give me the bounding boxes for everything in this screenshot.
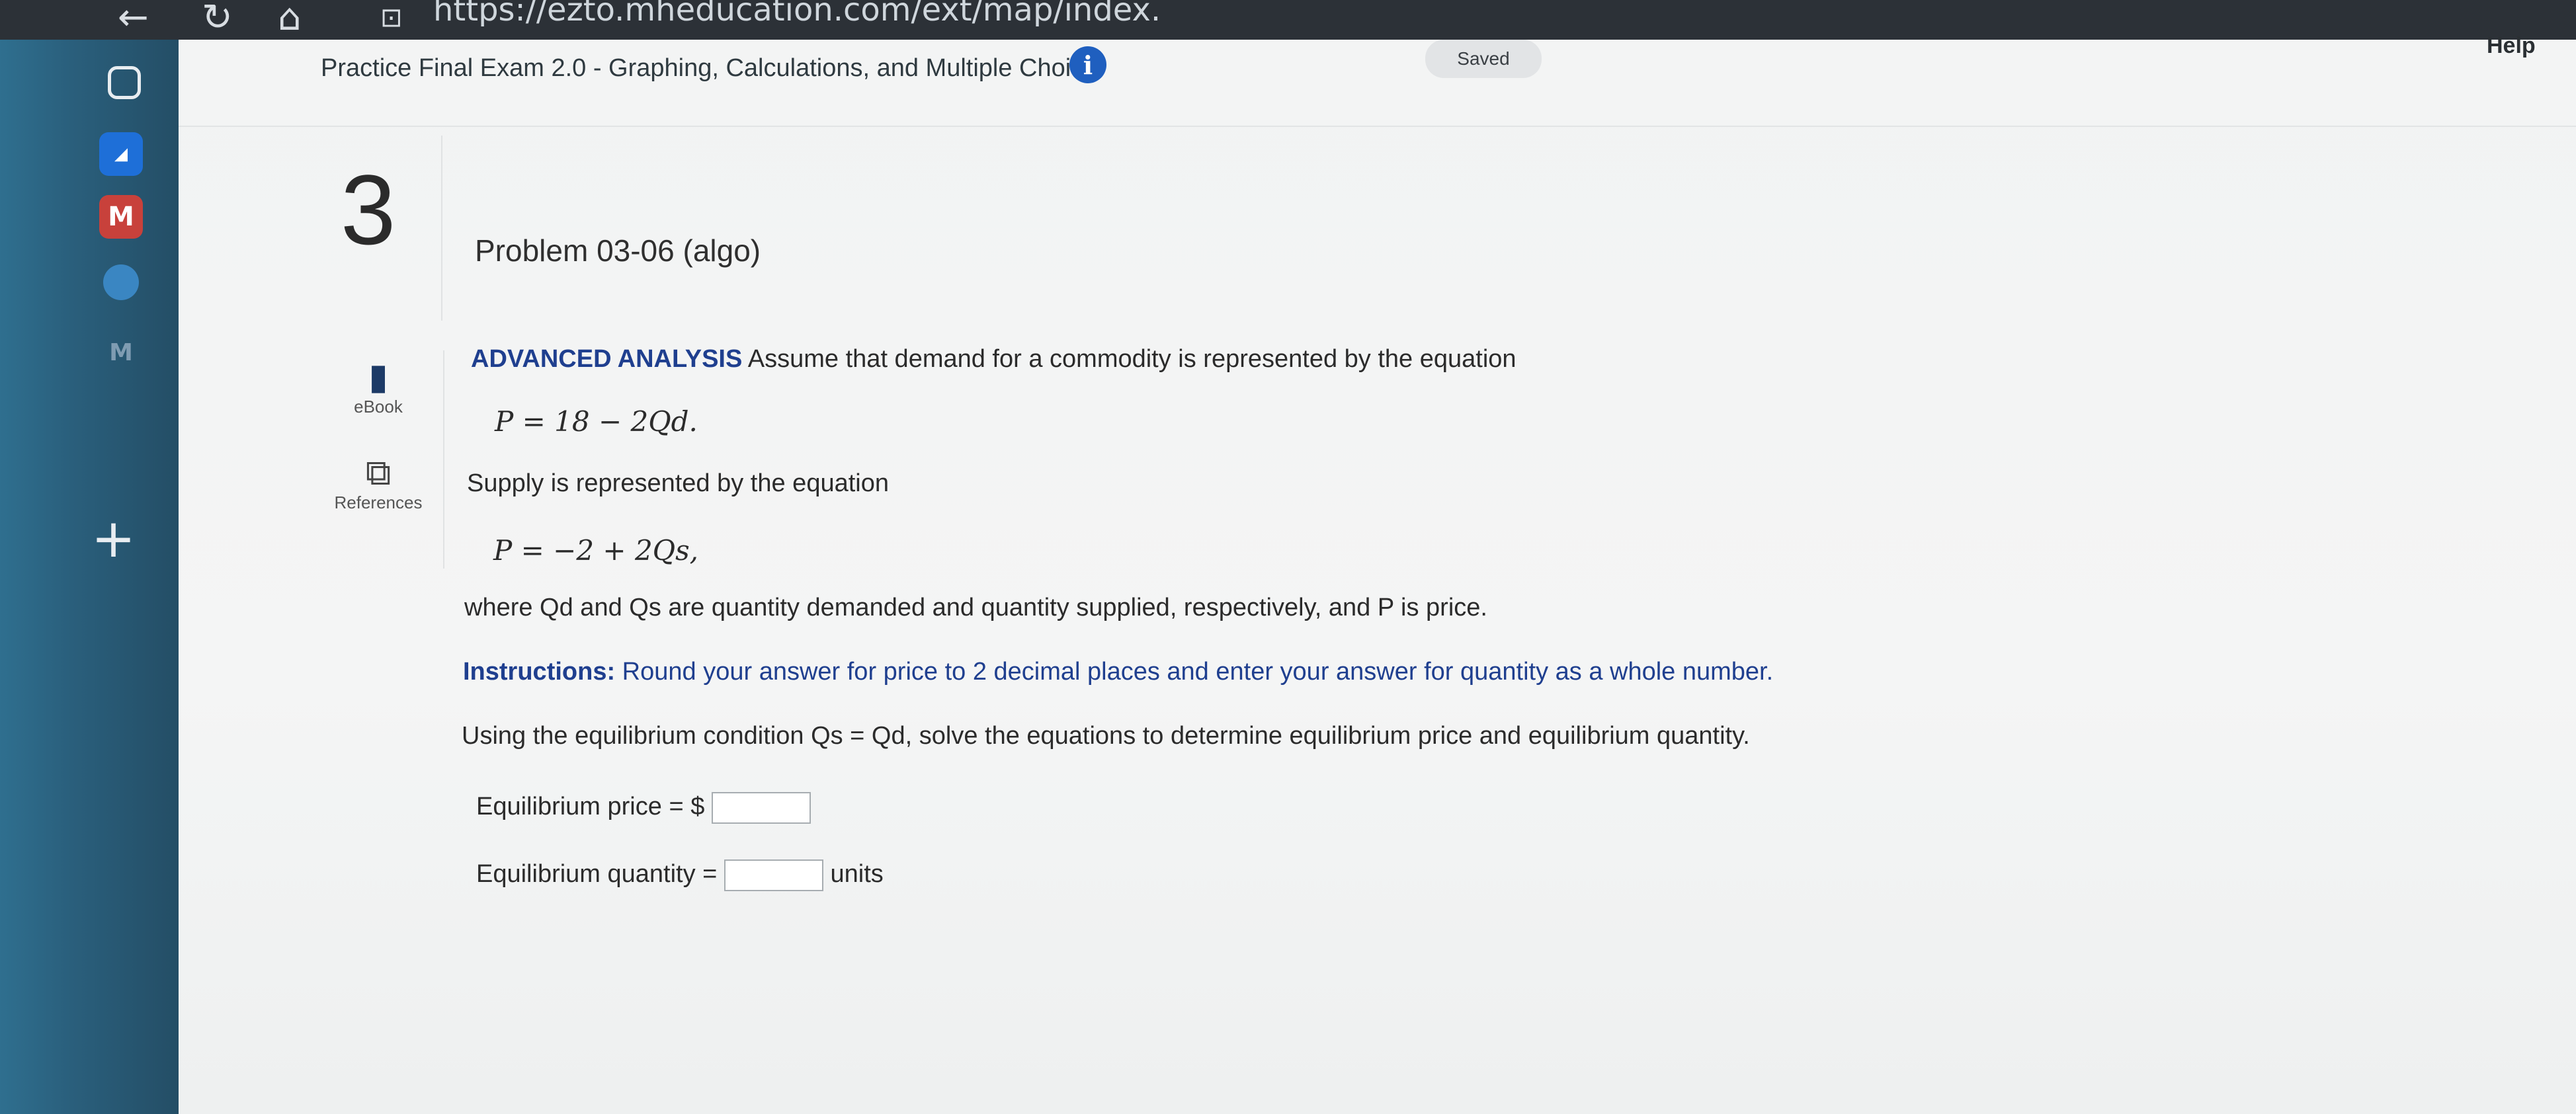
m-app-icon-secondary[interactable]: M: [99, 331, 143, 374]
help-link[interactable]: Help: [2487, 33, 2536, 59]
book-icon: ▮: [368, 356, 388, 397]
back-arrow-icon[interactable]: ←: [118, 0, 149, 36]
info-icon[interactable]: i: [1069, 46, 1106, 83]
advanced-analysis-label: ADVANCED ANALYSIS: [471, 345, 743, 373]
m-app-icon[interactable]: M: [99, 195, 143, 239]
price-label: Equilibrium price = $: [476, 793, 705, 821]
where-text: where Qd and Qs are quantity demanded an…: [464, 594, 1487, 621]
address-bar[interactable]: https://ezto.mheducation.com/ext/map/ind…: [433, 0, 1161, 26]
square-icon[interactable]: [108, 66, 141, 99]
exam-page: Practice Final Exam 2.0 - Graphing, Calc…: [179, 33, 2576, 1114]
home-icon[interactable]: ⌂: [278, 0, 302, 36]
demand-equation: P = 18 − 2Qd.: [495, 405, 698, 438]
instructions-label: Instructions:: [463, 658, 616, 686]
saved-status-badge: Saved: [1425, 40, 1542, 78]
quantity-row: Equilibrium quantity = units: [476, 859, 884, 891]
exam-title: Practice Final Exam 2.0 - Graphing, Calc…: [321, 54, 1098, 82]
tab-icon[interactable]: ⊡: [380, 1, 403, 34]
condition-text: Using the equilibrium condition Qs = Qd,…: [462, 722, 1750, 750]
instructions-text: Round your answer for price to 2 decimal…: [615, 658, 1774, 686]
references-label: References: [334, 493, 423, 512]
supply-equation: P = −2 + 2Qs,: [493, 534, 699, 567]
reload-icon[interactable]: ↻: [202, 0, 233, 36]
add-icon[interactable]: +: [91, 512, 136, 565]
supply-intro: Supply is represented by the equation: [467, 469, 889, 497]
instructions-paragraph: Instructions: Round your answer for pric…: [463, 658, 1773, 686]
quantity-unit: units: [830, 860, 884, 889]
app-dock: ◢ M M +: [0, 40, 179, 1114]
blue-app-icon[interactable]: ◢: [99, 132, 143, 176]
intro-paragraph: ADVANCED ANALYSIS Assume that demand for…: [471, 345, 1517, 374]
price-input[interactable]: [711, 792, 811, 824]
quantity-input[interactable]: [724, 859, 823, 891]
references-tool[interactable]: ⧉ References: [315, 453, 441, 513]
question-number: 3: [341, 154, 396, 265]
quantity-label: Equilibrium quantity =: [476, 860, 718, 889]
round-app-icon[interactable]: [103, 264, 139, 300]
intro-text: Assume that demand for a commodity is re…: [742, 345, 1517, 373]
copy-icon: ⧉: [365, 452, 392, 493]
exam-header: Practice Final Exam 2.0 - Graphing, Calc…: [179, 33, 2576, 127]
ebook-label: eBook: [354, 397, 403, 417]
problem-title: Problem 03-06 (algo): [475, 233, 761, 268]
ebook-tool[interactable]: ▮ eBook: [315, 357, 441, 417]
price-row: Equilibrium price = $: [476, 792, 811, 824]
browser-toolbar: ← ↻ ⌂ ⊡ https://ezto.mheducation.com/ext…: [0, 0, 2576, 40]
